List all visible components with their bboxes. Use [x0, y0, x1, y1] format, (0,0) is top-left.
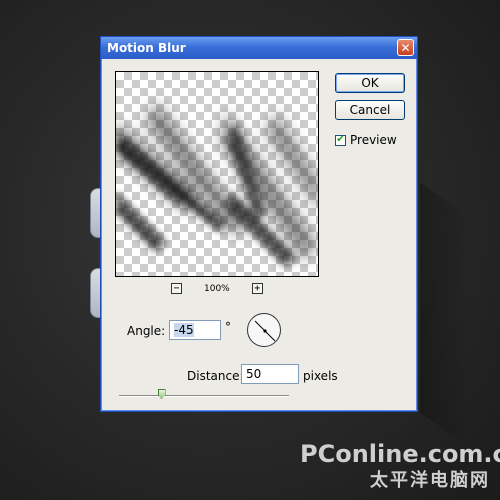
watermark-subtitle: 太平洋电脑网: [370, 470, 490, 491]
title-bar[interactable]: Motion Blur ✕: [101, 37, 417, 59]
close-button[interactable]: ✕: [397, 39, 414, 56]
close-icon: ✕: [400, 40, 411, 55]
angle-label: Angle:: [127, 324, 166, 338]
zoom-controls: − 100% +: [171, 283, 263, 294]
zoom-in-button[interactable]: +: [251, 283, 263, 294]
watermark-logo: PConline.com.cn: [300, 440, 500, 468]
distance-label: Distance:: [187, 369, 244, 383]
distance-unit: pixels: [303, 369, 338, 383]
angle-dial-icon: [254, 320, 276, 342]
distance-slider-track[interactable]: [119, 395, 289, 397]
plus-icon: +: [254, 283, 261, 294]
minus-icon: −: [173, 283, 180, 294]
angle-dial[interactable]: [247, 313, 281, 347]
dialog-shadow: [420, 182, 470, 448]
distance-slider-thumb[interactable]: [157, 389, 166, 399]
check-icon: ✔: [336, 134, 345, 145]
ok-button[interactable]: OK: [335, 73, 405, 93]
angle-input[interactable]: -45: [169, 320, 221, 340]
distance-input[interactable]: 50: [241, 364, 299, 384]
zoom-level: 100%: [204, 283, 230, 294]
preview-canvas[interactable]: [115, 71, 319, 277]
angle-unit: °: [225, 320, 231, 334]
zoom-out-button[interactable]: −: [171, 283, 182, 294]
watermark: PConline.com.cn 太平洋电脑网: [300, 440, 500, 492]
preview-option[interactable]: ✔ Preview: [335, 133, 397, 147]
angle-value: -45: [174, 323, 194, 337]
motion-blur-dialog: Motion Blur ✕ OK Cancel ✔ Preview − 100%…: [100, 36, 418, 412]
blur-preview-image: [116, 102, 318, 267]
preview-checkbox[interactable]: ✔: [335, 134, 346, 146]
dialog-title: Motion Blur: [107, 41, 186, 55]
cancel-button[interactable]: Cancel: [335, 100, 405, 120]
preview-label: Preview: [350, 133, 397, 147]
